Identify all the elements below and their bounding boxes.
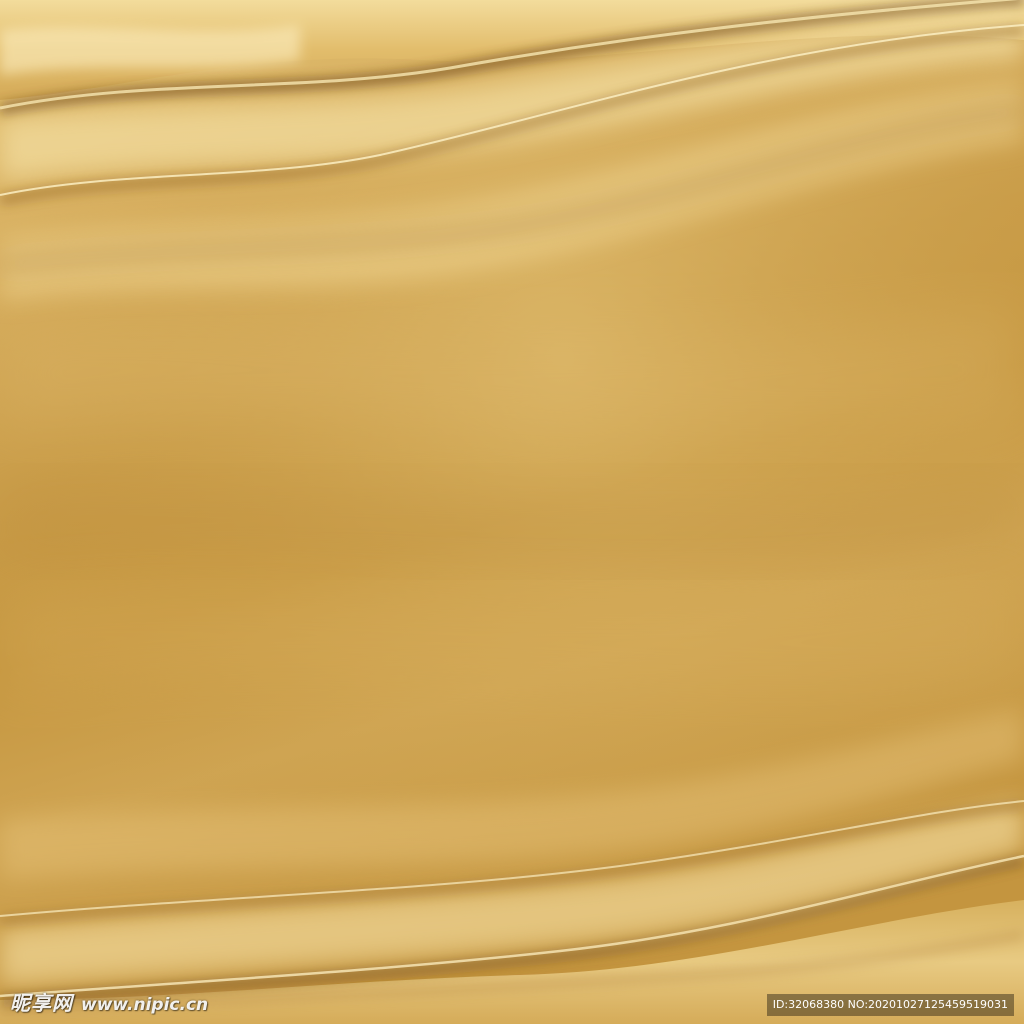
image-id-badge: ID:32068380 NO:20201027125459519031 [766,994,1014,1016]
silk-background-image: 昵享网 www.nipic.cn ID:32068380 NO:20201027… [0,0,1024,1024]
watermark-site: www.nipic.cn [81,995,209,1015]
nipic-watermark: 昵享网 www.nipic.cn [10,987,208,1016]
watermark-brand: 昵享网 [10,991,73,1015]
silk-texture [0,0,1024,1024]
